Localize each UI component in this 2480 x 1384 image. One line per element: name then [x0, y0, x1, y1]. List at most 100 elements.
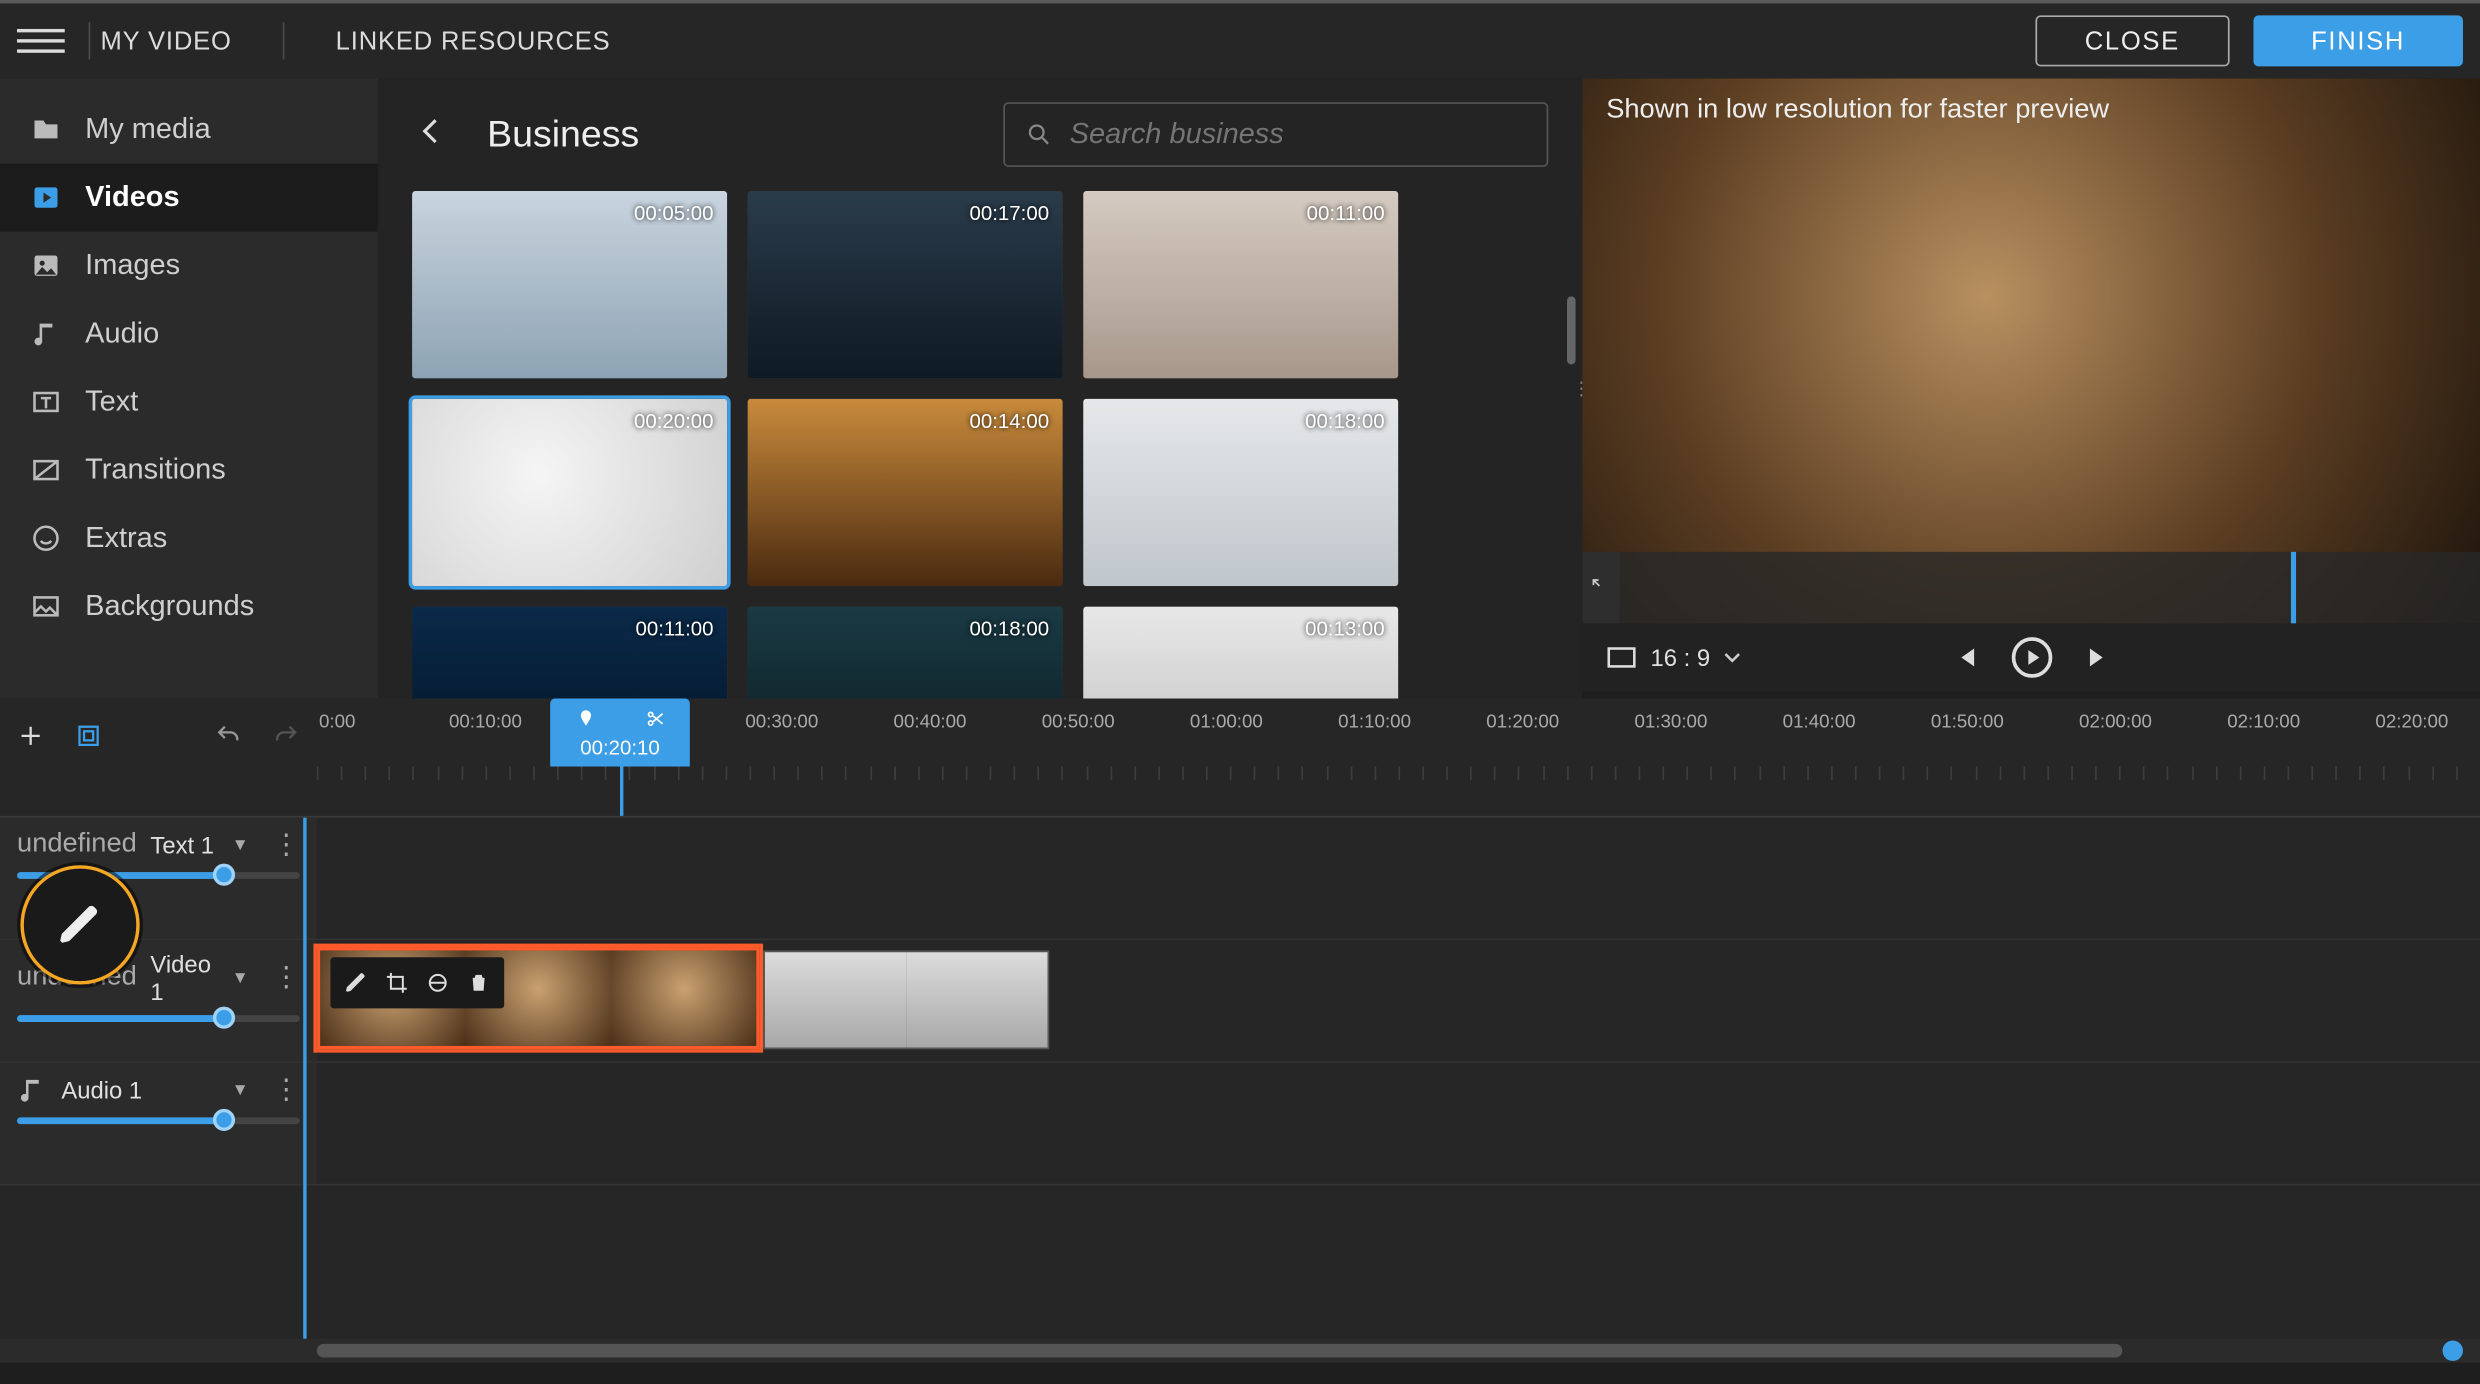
- slider-knob[interactable]: [213, 864, 235, 886]
- undo-button[interactable]: [215, 722, 242, 749]
- clip-duration: 00:20:00: [634, 409, 714, 433]
- next-frame-button[interactable]: [2084, 642, 2115, 673]
- clip-duration: 00:17:00: [970, 201, 1050, 225]
- aspect-ratio-selector[interactable]: 16 : 9: [1606, 644, 1741, 671]
- track-collapse-chevron-icon[interactable]: ▼: [232, 835, 249, 854]
- timeline-clip[interactable]: [317, 947, 760, 1049]
- track-collapse-chevron-icon[interactable]: ▼: [232, 1081, 249, 1100]
- track-collapse-chevron-icon[interactable]: ▼: [232, 968, 249, 987]
- clip-delete-button[interactable]: [460, 964, 497, 1001]
- media-clip[interactable]: 00:13:00: [1083, 606, 1398, 698]
- track-options-button[interactable]: ⋮: [273, 961, 300, 995]
- close-button[interactable]: CLOSE: [2035, 15, 2229, 66]
- ruler-label: 0:00: [319, 712, 355, 732]
- timeline-horizontal-scrollbar[interactable]: [0, 1339, 2480, 1363]
- ruler-label: 00:10:00: [449, 712, 522, 732]
- track-lane[interactable]: [317, 818, 2480, 939]
- add-track-button[interactable]: [17, 722, 44, 749]
- media-clip[interactable]: 00:17:00: [748, 191, 1063, 378]
- hscrollbar-thumb[interactable]: [317, 1344, 2122, 1358]
- timeline-ruler[interactable]: 0:0000:10:0000:20:0000:30:0000:40:0000:5…: [317, 698, 2480, 816]
- timeline-clip[interactable]: [763, 950, 1049, 1049]
- sidebar-item-audio[interactable]: Audio: [0, 300, 378, 368]
- finish-button[interactable]: FINISH: [2253, 15, 2463, 66]
- search-box[interactable]: [1003, 102, 1548, 167]
- sidebar-item-label: Transitions: [85, 453, 226, 487]
- scrollbar-thumb[interactable]: [1567, 296, 1576, 364]
- playhead[interactable]: 00:20:10: [620, 698, 623, 816]
- track-volume-slider[interactable]: [17, 1117, 300, 1124]
- tab-my-video[interactable]: MY VIDEO: [90, 26, 242, 55]
- timeline-body: undefinedText 1▼⋮undefinedVideo 1▼⋮Audio…: [0, 818, 2480, 1339]
- media-clip[interactable]: 00:05:00: [412, 191, 727, 378]
- media-clip[interactable]: 00:18:00: [1083, 399, 1398, 586]
- ruler-label: 02:10:00: [2227, 712, 2300, 732]
- sidebar-item-backgrounds[interactable]: Backgrounds: [0, 572, 378, 640]
- split-scissors-icon[interactable]: [645, 709, 665, 729]
- clip-grid: 00:05:00 00:17:00 00:11:00 00:20:00 00:14:00…: [378, 191, 1582, 699]
- slider-knob[interactable]: [213, 1109, 235, 1131]
- clip-edit-button[interactable]: [337, 964, 374, 1001]
- marker-pin-icon[interactable]: [575, 709, 595, 729]
- sidebar-item-text[interactable]: Text: [0, 368, 378, 436]
- track-options-button[interactable]: ⋮: [273, 828, 300, 862]
- track-lane[interactable]: [317, 1063, 2480, 1184]
- timeline: 0:0000:10:0000:20:0000:30:0000:40:0000:5…: [0, 698, 2480, 1362]
- preview-resolution-note: Shown in low resolution for faster previ…: [1606, 95, 2109, 126]
- preview-mini-timeline[interactable]: [1582, 552, 2480, 624]
- sidebar-item-my-media[interactable]: My media: [0, 95, 378, 163]
- ruler-label: 00:50:00: [1042, 712, 1115, 732]
- edit-clip-callout[interactable]: [20, 865, 139, 984]
- media-browser: Business 00:05:00 00:17:00 00:11:00 00:20:0…: [378, 78, 1582, 698]
- media-clip[interactable]: 00:18:00: [748, 606, 1063, 698]
- ruler-label: 01:00:00: [1190, 712, 1263, 732]
- sidebar-item-videos[interactable]: Videos: [0, 164, 378, 232]
- playhead-time: 00:20:10: [550, 736, 690, 760]
- ruler-label: 01:10:00: [1338, 712, 1411, 732]
- track: undefinedVideo 1▼⋮: [0, 940, 2480, 1063]
- ruler-label: 00:30:00: [745, 712, 818, 732]
- sidebar: My mediaVideosImagesAudio Text Transitions…: [0, 78, 378, 698]
- snap-toggle-icon[interactable]: [75, 722, 102, 749]
- sidebar-item-label: Extras: [85, 521, 167, 555]
- preview-controls: 16 : 9: [1582, 623, 2480, 691]
- sidebar-item-transitions[interactable]: Transitions: [0, 436, 378, 504]
- smile-icon: [31, 523, 62, 554]
- browser-title: Business: [487, 112, 639, 156]
- transition-icon: [31, 455, 62, 486]
- ruler-label: 01:20:00: [1486, 712, 1559, 732]
- clip-filter-button[interactable]: [419, 964, 456, 1001]
- tab-linked-resources[interactable]: LINKED RESOURCES: [325, 26, 620, 55]
- preview-video[interactable]: Shown in low resolution for faster previ…: [1582, 78, 2480, 623]
- prev-frame-button[interactable]: [1948, 642, 1979, 673]
- clip-crop-button[interactable]: [378, 964, 415, 1001]
- media-clip[interactable]: 00:11:00: [1083, 191, 1398, 378]
- sidebar-item-label: Text: [85, 385, 138, 419]
- slider-knob[interactable]: [213, 1007, 235, 1029]
- sidebar-item-extras[interactable]: Extras: [0, 504, 378, 572]
- ruler-label: 01:50:00: [1931, 712, 2004, 732]
- play-icon: [31, 182, 62, 213]
- textbox-icon: [31, 387, 62, 418]
- track-name: Audio 1: [61, 1076, 142, 1103]
- media-clip[interactable]: 00:20:00: [412, 399, 727, 586]
- back-arrow-icon[interactable]: [412, 112, 456, 156]
- media-clip[interactable]: 00:14:00: [748, 399, 1063, 586]
- playhead-line[interactable]: [303, 818, 306, 1339]
- search-input[interactable]: [1070, 118, 1526, 152]
- expand-timeline-icon[interactable]: [1582, 552, 1619, 624]
- track-lane[interactable]: [317, 940, 2480, 1061]
- track-options-button[interactable]: ⋮: [273, 1073, 300, 1107]
- timeline-zoom-handle[interactable]: [2443, 1340, 2463, 1360]
- ruler-label: 01:30:00: [1634, 712, 1707, 732]
- mini-playhead[interactable]: [2291, 552, 2296, 624]
- play-button[interactable]: [2009, 635, 2053, 679]
- redo-button[interactable]: [273, 722, 300, 749]
- menu-hamburger-icon[interactable]: [17, 17, 65, 65]
- top-bar: MY VIDEO LINKED RESOURCES CLOSE FINISH: [0, 0, 2480, 78]
- media-clip[interactable]: 00:11:00: [412, 606, 727, 698]
- image-icon: [31, 250, 62, 281]
- sidebar-item-images[interactable]: Images: [0, 232, 378, 300]
- track-volume-slider[interactable]: [17, 1015, 300, 1022]
- note-icon: [17, 1075, 48, 1106]
